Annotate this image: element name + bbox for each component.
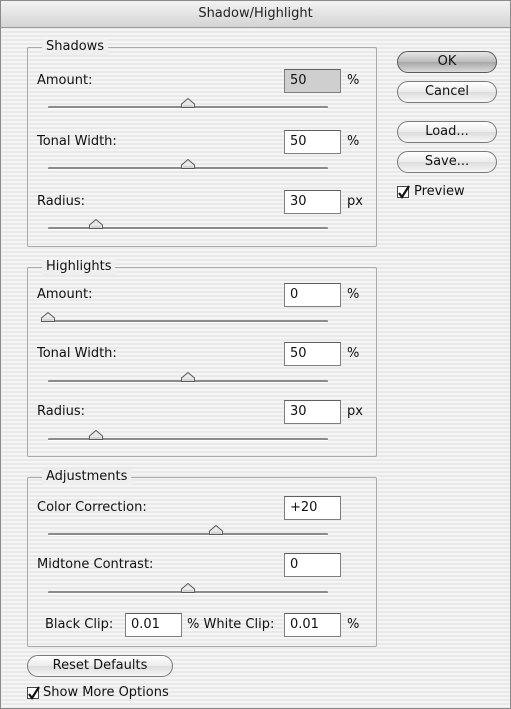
- slider-thumb[interactable]: [181, 159, 195, 169]
- shadows-radius-unit: px: [347, 194, 363, 209]
- highlights-amount-field[interactable]: 0: [284, 283, 341, 307]
- show-more-options-label: Show More Options: [43, 685, 169, 700]
- slider-thumb[interactable]: [88, 219, 103, 229]
- slider-thumb[interactable]: [209, 525, 223, 535]
- highlights-tonal-width-field[interactable]: 50: [284, 342, 341, 366]
- save-button[interactable]: Save...: [397, 151, 497, 173]
- shadows-tonal-width-unit: %: [347, 134, 360, 149]
- highlights-radius-field[interactable]: 30: [284, 400, 341, 424]
- preview-label: Preview: [414, 184, 465, 199]
- white-clip-unit: %: [347, 617, 360, 632]
- shadows-tonal-width-field[interactable]: 50: [284, 130, 341, 154]
- white-clip-label: % White Clip:: [187, 617, 275, 632]
- shadows-legend: Shadows: [42, 39, 109, 55]
- shadows-amount-unit: %: [347, 73, 360, 88]
- midtone-contrast-label: Midtone Contrast:: [37, 557, 154, 572]
- shadows-amount-label: Amount:: [37, 73, 93, 88]
- slider-thumb[interactable]: [41, 312, 55, 322]
- midtone-contrast-slider[interactable]: [48, 583, 328, 594]
- slider-thumb[interactable]: [181, 583, 195, 593]
- window-title: Shadow/Highlight: [1, 1, 510, 28]
- color-correction-slider[interactable]: [48, 525, 328, 536]
- highlights-tonal-width-label: Tonal Width:: [37, 346, 117, 361]
- midtone-contrast-field[interactable]: 0: [284, 553, 341, 577]
- highlights-tonal-width-unit: %: [347, 346, 360, 361]
- dialog-window: Shadow/Highlight Shadows Amount: 50 % To…: [0, 0, 511, 709]
- highlights-legend: Highlights: [42, 259, 116, 275]
- cancel-button[interactable]: Cancel: [397, 81, 497, 103]
- shadows-radius-slider[interactable]: [48, 219, 328, 230]
- shadows-radius-label: Radius:: [37, 194, 85, 209]
- color-correction-label: Color Correction:: [37, 500, 147, 515]
- load-button[interactable]: Load...: [397, 121, 497, 143]
- black-clip-label: Black Clip:: [45, 617, 114, 632]
- checkmark-icon: [28, 686, 40, 700]
- highlights-radius-label: Radius:: [37, 404, 85, 419]
- ok-button[interactable]: OK: [397, 51, 497, 73]
- highlights-tonal-width-slider[interactable]: [48, 372, 328, 383]
- adjustments-legend: Adjustments: [42, 469, 132, 485]
- slider-thumb[interactable]: [181, 372, 195, 382]
- highlights-radius-slider[interactable]: [48, 430, 328, 441]
- reset-defaults-button[interactable]: Reset Defaults: [27, 655, 173, 677]
- shadows-tonal-width-slider[interactable]: [48, 159, 328, 170]
- slider-thumb[interactable]: [88, 430, 103, 440]
- checkmark-icon: [398, 185, 410, 199]
- shadows-amount-field[interactable]: 50: [284, 69, 341, 93]
- highlights-amount-slider[interactable]: [41, 312, 328, 323]
- black-clip-field[interactable]: 0.01: [125, 613, 182, 637]
- highlights-amount-unit: %: [347, 287, 360, 302]
- color-correction-field[interactable]: +20: [284, 496, 341, 520]
- highlights-amount-label: Amount:: [37, 287, 93, 302]
- white-clip-field[interactable]: 0.01: [284, 613, 341, 637]
- shadows-tonal-width-label: Tonal Width:: [37, 134, 117, 149]
- shadows-radius-field[interactable]: 30: [284, 190, 341, 214]
- show-more-options-checkbox[interactable]: [27, 686, 40, 700]
- preview-checkbox[interactable]: [397, 185, 410, 199]
- highlights-radius-unit: px: [347, 404, 363, 419]
- shadows-amount-slider[interactable]: [48, 98, 328, 109]
- slider-thumb[interactable]: [181, 98, 195, 108]
